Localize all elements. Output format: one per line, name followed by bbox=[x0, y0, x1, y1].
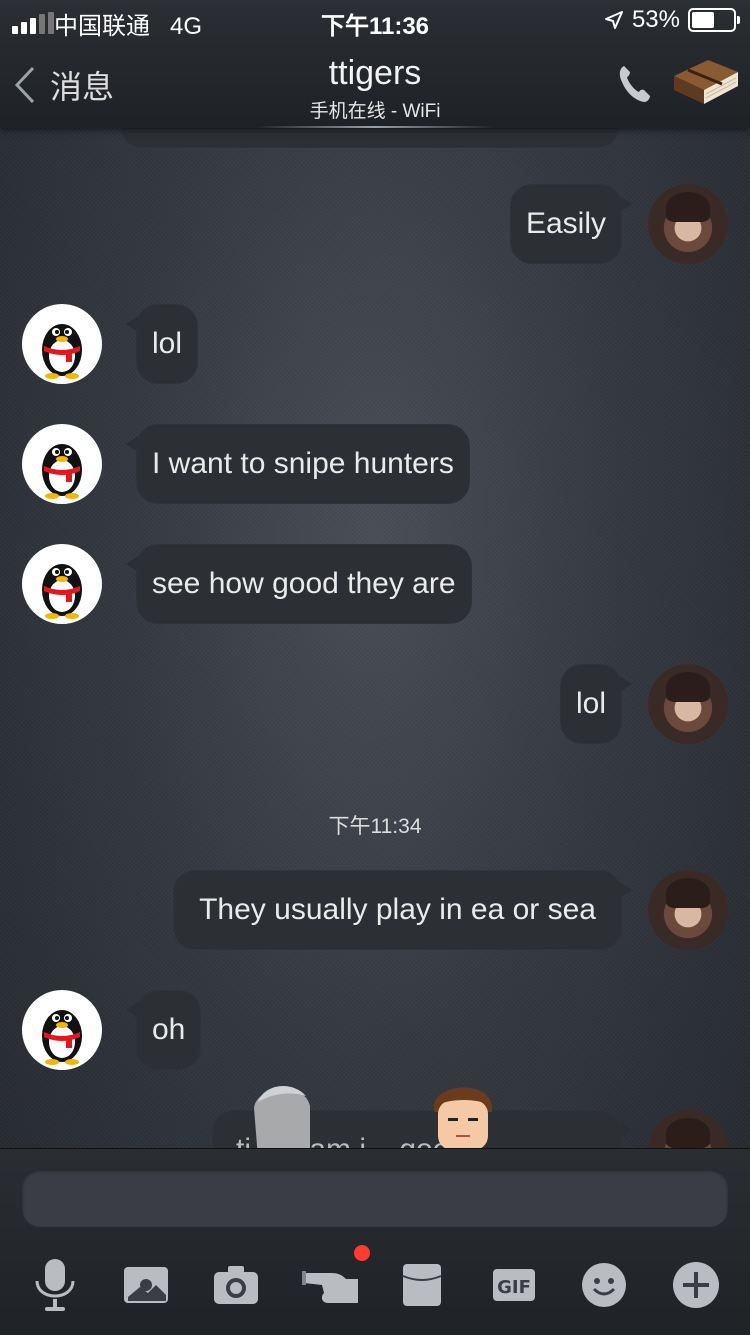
message-bubble-out[interactable]: Easily bbox=[509, 184, 633, 264]
wallet-icon bbox=[402, 1264, 442, 1306]
message-bubble-in[interactable]: I want to snipe hunters bbox=[126, 424, 470, 504]
photo-album-button[interactable] bbox=[118, 1257, 174, 1313]
message-timestamp: 下午11:34 bbox=[328, 815, 422, 838]
battery-indicator: 53% bbox=[604, 6, 740, 34]
phone-icon bbox=[619, 66, 650, 102]
penguin-icon bbox=[42, 564, 82, 619]
penguin-icon bbox=[42, 444, 82, 499]
book-icon bbox=[674, 60, 738, 104]
status-bar: 中国联通 4G 下午11:36 53% bbox=[0, 0, 750, 40]
gif-button[interactable]: GIF bbox=[486, 1257, 542, 1313]
message-bubble-in[interactable]: see how good they are bbox=[126, 544, 472, 624]
penguin-icon bbox=[42, 324, 82, 379]
message-list[interactable]: Easily lol I want to snipe hunters see h… bbox=[0, 128, 750, 1148]
contact-avatar[interactable] bbox=[22, 544, 102, 624]
contact-avatar[interactable] bbox=[22, 990, 102, 1070]
contact-avatar[interactable] bbox=[22, 424, 102, 504]
sticker-boy-face bbox=[433, 1087, 492, 1148]
voice-button[interactable] bbox=[27, 1257, 83, 1313]
message-bubble-in[interactable]: lol bbox=[125, 304, 199, 384]
user-avatar[interactable] bbox=[648, 664, 728, 744]
sticker-ghost-figure bbox=[254, 1085, 310, 1148]
user-avatar[interactable] bbox=[648, 184, 728, 264]
microphone-icon bbox=[35, 1259, 75, 1311]
plus-icon bbox=[673, 1262, 719, 1308]
camera-icon bbox=[214, 1266, 258, 1304]
input-bar: GIF bbox=[0, 1148, 750, 1335]
top-bar: 中国联通 4G 下午11:36 53% 消息 ttigers 手机在线 - Wi… bbox=[0, 0, 750, 128]
emoji-icon bbox=[582, 1263, 626, 1307]
message-bubble-in[interactable]: oh bbox=[125, 990, 202, 1070]
more-button[interactable] bbox=[668, 1257, 724, 1313]
image-icon bbox=[124, 1267, 168, 1303]
battery-percent: 53% bbox=[631, 6, 680, 33]
poke-button[interactable] bbox=[300, 1245, 370, 1313]
notification-dot bbox=[354, 1245, 370, 1261]
svg-text:GIF: GIF bbox=[497, 1277, 531, 1298]
message-bubble-partial bbox=[120, 128, 620, 148]
message-bubble-out[interactable]: lol bbox=[559, 664, 633, 744]
nav-divider bbox=[255, 126, 495, 128]
penguin-icon bbox=[42, 1010, 82, 1065]
message-input[interactable] bbox=[22, 1169, 728, 1227]
battery-icon bbox=[688, 8, 740, 32]
chat-log-button[interactable] bbox=[668, 54, 742, 115]
call-button[interactable] bbox=[614, 62, 654, 111]
message-bubble-out[interactable]: They usually play in ea or sea bbox=[173, 870, 632, 950]
gif-icon: GIF bbox=[493, 1269, 535, 1301]
user-avatar[interactable] bbox=[648, 1110, 728, 1148]
emoji-button[interactable] bbox=[576, 1257, 632, 1313]
user-avatar[interactable] bbox=[648, 870, 728, 950]
camera-button[interactable] bbox=[208, 1257, 264, 1313]
poke-icon bbox=[302, 1271, 358, 1303]
location-icon bbox=[604, 11, 623, 29]
contact-avatar[interactable] bbox=[22, 304, 102, 384]
nav-bar: 消息 ttigers 手机在线 - WiFi bbox=[0, 40, 750, 128]
red-packet-button[interactable] bbox=[394, 1257, 450, 1313]
